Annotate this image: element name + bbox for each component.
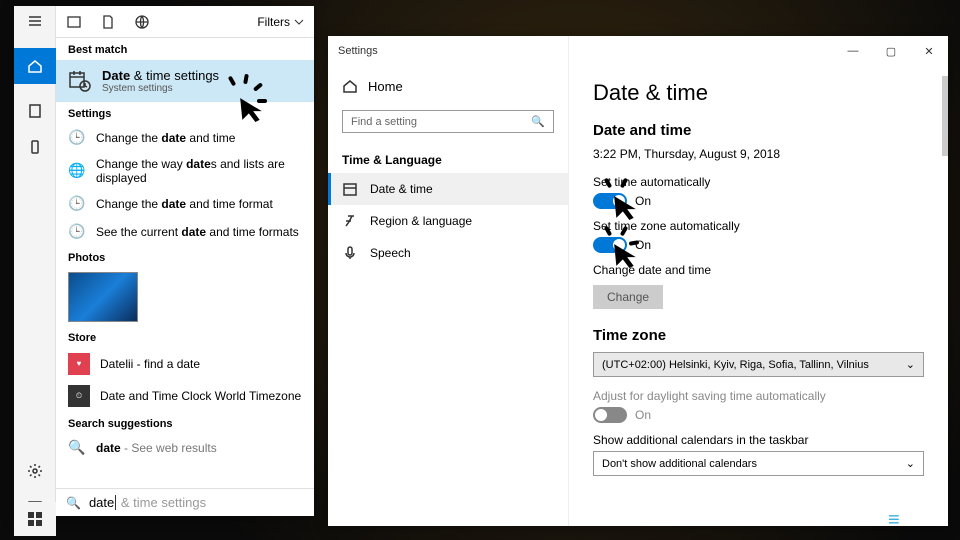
photo-result-thumbnail[interactable] [68,272,138,322]
nav-date-time[interactable]: Date & time [328,173,568,205]
settings-nav: Home Find a setting🔍 Time & Language Dat… [328,36,568,526]
settings-result[interactable]: 🕒See the current date and time formats [56,218,314,246]
date-time-settings-icon [68,69,92,93]
search-body: Filters Best match Date & time settings … [56,6,314,516]
auto-timezone-label: Set time zone automatically [593,219,924,233]
store-app-icon: ♥ [68,353,90,375]
store-result[interactable]: ⏲Date and Time Clock World Timezone [56,380,314,412]
search-suggestion[interactable]: 🔍date - See web results [56,434,314,462]
dst-label: Adjust for daylight saving time automati… [593,389,924,403]
search-icon: 🔍 [68,439,86,457]
store-section-header: Store [56,326,314,348]
auto-time-toggle[interactable] [593,193,627,209]
start-button[interactable] [14,502,56,536]
devices-icon[interactable] [26,138,44,156]
calendar-clock-icon: 🕒 [68,223,86,241]
auto-time-label: Set time automatically [593,175,924,189]
chevron-down-icon: ⌄ [906,358,915,371]
home-icon[interactable] [14,48,56,84]
nav-home[interactable]: Home [328,70,568,102]
search-box[interactable]: 🔍 date & time settings [56,488,314,516]
dst-toggle [593,407,627,423]
settings-window: Settings ― ▢ ✕ Home Find a setting🔍 Time… [328,36,948,526]
menu-icon[interactable] [26,12,44,30]
timezone-dropdown[interactable]: (UTC+02:00) Helsinki, Kyiv, Riga, Sofia,… [593,352,924,377]
settings-section-header: Settings [56,102,314,124]
find-setting-input[interactable]: Find a setting🔍 [342,110,554,133]
search-icon: 🔍 [531,115,545,128]
auto-timezone-toggle[interactable] [593,237,627,253]
additional-calendars-label: Show additional calendars in the taskbar [593,433,924,447]
additional-calendars-dropdown[interactable]: Don't show additional calendars⌄ [593,451,924,476]
settings-icon[interactable] [26,462,44,480]
toggle-state: On [635,238,651,252]
documents-tab-icon[interactable] [100,14,116,30]
suggestions-section-header: Search suggestions [56,412,314,434]
page-heading: Date & time [593,80,924,106]
search-scope-tabs: Filters [56,6,314,38]
nav-group-header: Time & Language [328,141,568,173]
nav-region-language[interactable]: Region & language [328,205,568,237]
current-datetime: 3:22 PM, Thursday, August 9, 2018 [593,147,924,161]
section-heading: Date and time [593,122,924,139]
calendar-clock-icon: 🕒 [68,195,86,213]
search-rail [14,6,56,516]
best-match-result[interactable]: Date & time settings System settings [56,60,314,102]
change-button[interactable]: Change [593,285,663,309]
settings-result[interactable]: 🌐Change the way dates and lists are disp… [56,152,314,190]
notebook-icon[interactable] [26,102,44,120]
search-icon: 🔍 [66,496,81,510]
nav-speech[interactable]: Speech [328,237,568,269]
change-date-time-label: Change date and time [593,263,924,277]
best-match-header: Best match [56,38,314,60]
web-tab-icon[interactable] [134,14,150,30]
settings-result[interactable]: 🕒Change the date and time format [56,190,314,218]
calendar-clock-icon: 🕒 [68,129,86,147]
chevron-down-icon: ⌄ [906,457,915,470]
apps-tab-icon[interactable] [66,14,82,30]
filters-button[interactable]: Filters [257,15,304,29]
timezone-heading: Time zone [593,327,924,344]
watermark: UG≡TFIX [856,509,948,532]
filters-label: Filters [257,15,290,29]
store-result[interactable]: ♥Datelii - find a date [56,348,314,380]
scrollbar[interactable] [942,76,948,156]
settings-content: Date & time Date and time 3:22 PM, Thurs… [568,36,948,526]
best-match-title: Date & time settings [102,68,219,83]
settings-result[interactable]: 🕒Change the date and time [56,124,314,152]
best-match-subtitle: System settings [102,83,219,94]
toggle-state: On [635,194,651,208]
store-app-icon: ⏲ [68,385,90,407]
globe-icon: 🌐 [68,162,86,180]
photos-section-header: Photos [56,246,314,268]
toggle-state: On [635,408,651,422]
search-panel: Filters Best match Date & time settings … [14,6,314,516]
window-title: Settings [338,45,378,57]
